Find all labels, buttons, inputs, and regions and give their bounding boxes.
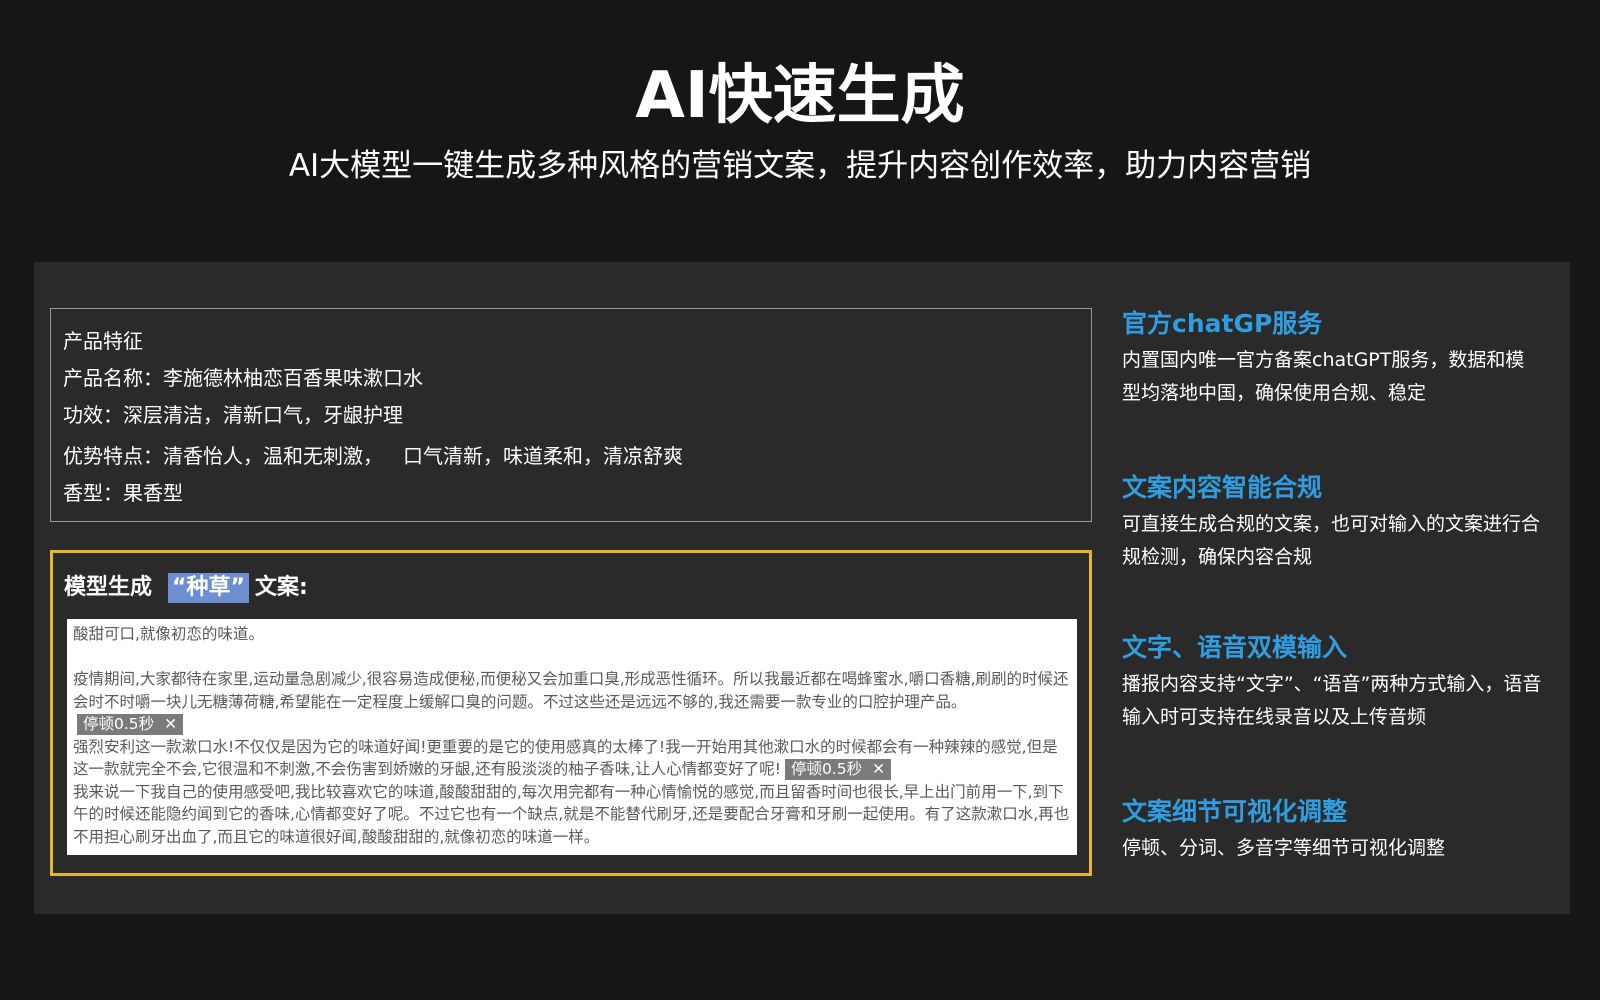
product-advantage-b: 口气清新，味道柔和，清凉舒爽	[403, 444, 683, 468]
page-title: AI快速生成	[635, 59, 965, 133]
feature-desc: 可直接生成合规的文案，也可对输入的文案进行合规检测，确保内容合规	[1122, 513, 1541, 568]
feature-desc: 停顿、分词、多音字等细节可视化调整	[1122, 837, 1446, 859]
close-icon[interactable]: ✕	[872, 760, 885, 778]
feature-item: 文案内容智能合规 可直接生成合规的文案，也可对输入的文案进行合规检测，确保内容合…	[1122, 470, 1542, 574]
generated-paragraph-2: 疫情期间,大家都待在家里,运动量急剧减少,很容易造成便秘,而便秘又会加重口臭,形…	[73, 670, 1069, 735]
generated-paragraph-4: 我来说一下我自己的使用感受吧,我比较喜欢它的味道,酸酸甜甜的,每次用完都有一种心…	[73, 782, 1070, 846]
product-advantage: 优势特点：清香怡人，温和无刺激， 口气清新，味道柔和，清凉舒爽	[63, 438, 1079, 475]
feature-item: 文案细节可视化调整 停顿、分词、多音字等细节可视化调整	[1122, 794, 1542, 865]
product-name: 产品名称：李施德林柚恋百香果味漱口水	[63, 366, 423, 390]
feature-title: 文案内容智能合规	[1122, 473, 1323, 502]
feature-title: 文字、语音双模输入	[1122, 633, 1348, 662]
generated-title: 模型生成 “种草” 文案:	[64, 573, 308, 603]
feature-desc: 播报内容支持“文字”、“语音”两种方式输入，语音输入时可支持在线录音以及上传音频	[1122, 673, 1542, 728]
feature-item: 官方chatGP服务 内置国内唯一官方备案chatGPT服务，数据和模型均落地中…	[1122, 306, 1542, 410]
product-scent: 香型：果香型	[63, 481, 183, 505]
generated-line-1: 酸甜可口,就像初恋的味道。	[73, 625, 264, 643]
generated-copy-box: 模型生成 “种草” 文案: 酸甜可口,就像初恋的味道。 疫情期间,大家都待在家里,运…	[50, 550, 1092, 876]
demo-panel: 产品特征 产品名称：李施德林柚恋百香果味漱口水 功效：深层清洁，清新口气，牙龈护…	[34, 262, 1570, 914]
close-icon[interactable]: ✕	[164, 715, 177, 733]
style-tag[interactable]: “种草”	[168, 573, 249, 603]
feature-title: 官方chatGP服务	[1122, 309, 1323, 338]
product-features-box: 产品特征 产品名称：李施德林柚恋百香果味漱口水 功效：深层清洁，清新口气，牙龈护…	[50, 308, 1092, 522]
product-heading: 产品特征	[63, 329, 143, 353]
page-subtitle: AI大模型一键生成多种风格的营销文案，提升内容创作效率，助力内容营销	[288, 148, 1312, 184]
pause-tag[interactable]: 停顿0.5秒 ✕	[77, 714, 184, 735]
generated-paragraph-3: 强烈安利这一款漱口水!不仅仅是因为它的味道好闻!更重要的是它的使用感真的太棒了!…	[73, 737, 1058, 780]
generated-title-suffix: 文案:	[254, 575, 308, 600]
feature-desc: 内置国内唯一官方备案chatGPT服务，数据和模型均落地中国，确保使用合规、稳定	[1122, 349, 1525, 404]
product-advantage-a: 优势特点：清香怡人，温和无刺激，	[63, 444, 383, 468]
generated-text-area[interactable]: 酸甜可口,就像初恋的味道。 疫情期间,大家都待在家里,运动量急剧减少,很容易造成…	[67, 619, 1077, 855]
feature-item: 文字、语音双模输入 播报内容支持“文字”、“语音”两种方式输入，语音输入时可支持…	[1122, 630, 1542, 734]
pause-tag[interactable]: 停顿0.5秒 ✕	[784, 759, 892, 780]
generated-title-prefix: 模型生成	[64, 575, 153, 600]
feature-title: 文案细节可视化调整	[1122, 797, 1348, 826]
product-effect: 功效：深层清洁，清新口气，牙龈护理	[63, 403, 403, 427]
